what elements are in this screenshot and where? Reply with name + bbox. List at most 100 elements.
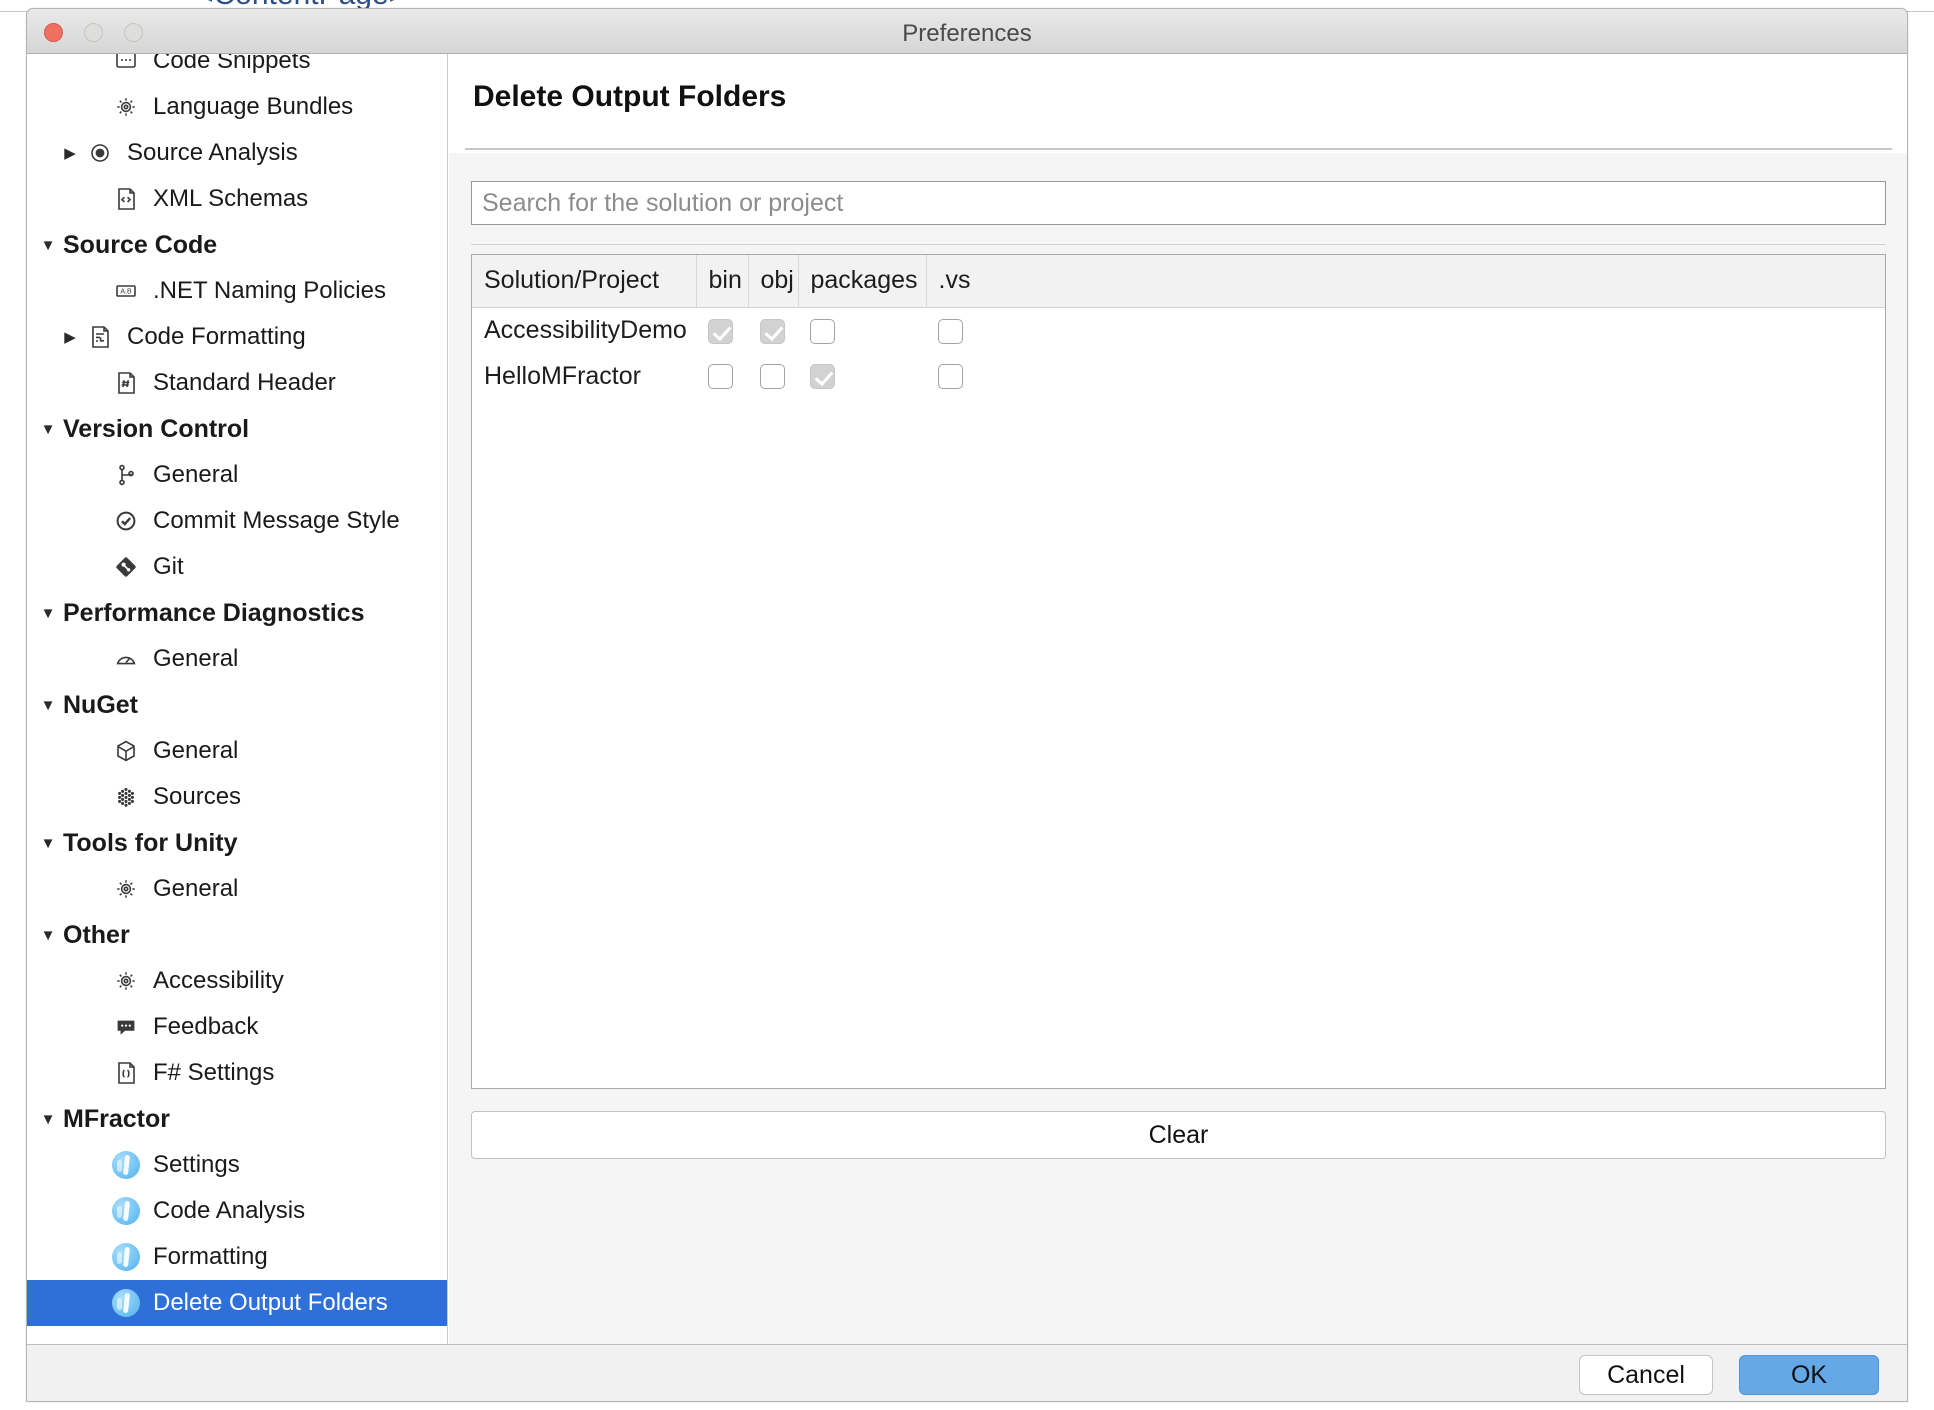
indent: ▶ — [83, 1158, 109, 1173]
projects-table-container[interactable]: Solution/Project bin obj packages .vs Ac… — [471, 254, 1886, 1089]
sidebar-item-general[interactable]: ▶ General — [27, 636, 447, 682]
braces-file-icon — [109, 1058, 143, 1088]
sidebar-tree: ▶ Code Snippets ▶ Language Bundles ▶ Source A… — [27, 54, 447, 1326]
checkbox-cell-bin — [696, 353, 748, 399]
chevron-down-icon[interactable]: ▼ — [35, 238, 61, 253]
chevron-down-icon[interactable]: ▼ — [35, 698, 61, 713]
sidebar-item-general[interactable]: ▶ General — [27, 866, 447, 912]
mfractor-logo-icon — [109, 1242, 143, 1272]
mfractor-logo-icon — [112, 1197, 140, 1225]
checkbox-packages[interactable] — [810, 364, 835, 390]
table-head: Solution/Project bin obj packages .vs — [472, 255, 1885, 308]
column-header-obj[interactable]: obj — [748, 255, 799, 308]
cancel-button[interactable]: Cancel — [1579, 1355, 1713, 1395]
checkbox-packages[interactable] — [810, 318, 835, 344]
sidebar-item-other[interactable]: ▼ Other — [27, 912, 447, 958]
sidebar-item-label: Code Formatting — [127, 323, 306, 350]
sidebar-item-f-settings[interactable]: ▶ F# Settings — [27, 1050, 447, 1096]
sidebar-item-git[interactable]: ▶ Git — [27, 544, 447, 590]
indent: ▶ — [83, 974, 109, 989]
ok-button[interactable]: OK — [1739, 1355, 1879, 1395]
sidebar-item-sources[interactable]: ▶ Sources — [27, 774, 447, 820]
sidebar-item-accessibility[interactable]: ▶ Accessibility — [27, 958, 447, 1004]
dialog-footer: Cancel OK — [27, 1344, 1907, 1401]
nuget-sources-icon — [109, 782, 143, 812]
sidebar-item-general[interactable]: ▶ General — [27, 728, 447, 774]
sidebar-item-label: Source Analysis — [127, 139, 298, 166]
xml-file-icon — [109, 184, 143, 214]
checkbox-vs[interactable] — [938, 318, 963, 344]
sidebar-item-label: Performance Diagnostics — [63, 598, 365, 627]
sidebar-item-label: Commit Message Style — [153, 507, 400, 534]
table-header-row: Solution/Project bin obj packages .vs — [472, 255, 1885, 308]
checkbox-cell-packages — [798, 307, 926, 353]
sidebar-item-label: Language Bundles — [153, 93, 354, 120]
table-body: AccessibilityDemo HelloMFractor — [472, 307, 1885, 399]
sidebar-item-feedback[interactable]: ▶ Feedback — [27, 1004, 447, 1050]
package-cube-icon — [109, 736, 143, 766]
sidebar-item-tools-for-unity[interactable]: ▼ Tools for Unity — [27, 820, 447, 866]
sidebar-item-source-analysis[interactable]: ▶ Source Analysis — [27, 130, 447, 176]
preferences-sidebar[interactable]: ▶ Code Snippets ▶ Language Bundles ▶ Source A… — [27, 54, 448, 1344]
gauge-icon — [109, 644, 143, 674]
checkbox-bin[interactable] — [708, 318, 733, 344]
sidebar-item-formatting[interactable]: ▶ Formatting — [27, 1234, 447, 1280]
gear-icon — [109, 92, 143, 122]
sidebar-item-code-snippets[interactable]: ▶ Code Snippets — [27, 54, 447, 84]
window-body: ▶ Code Snippets ▶ Language Bundles ▶ Source A… — [27, 54, 1907, 1401]
chevron-down-icon[interactable]: ▼ — [35, 606, 61, 621]
sidebar-item-xml-schemas[interactable]: ▶ XML Schemas — [27, 176, 447, 222]
sidebar-item-commit-message-style[interactable]: ▶ Commit Message Style — [27, 498, 447, 544]
content-panel: Search for the solution or project Solut… — [449, 153, 1907, 1344]
clear-button[interactable]: Clear — [471, 1111, 1886, 1159]
indent: ▶ — [83, 54, 109, 69]
sidebar-item-net-naming-policies[interactable]: ▶ A.B .NET Naming Policies — [27, 268, 447, 314]
sidebar-item-label: Other — [63, 920, 130, 949]
chevron-down-icon[interactable]: ▼ — [35, 836, 61, 851]
project-name-cell: HelloMFractor — [484, 361, 641, 390]
sidebar-item-version-control[interactable]: ▼ Version Control — [27, 406, 447, 452]
table-row[interactable]: AccessibilityDemo — [472, 307, 1885, 353]
chevron-right-icon[interactable]: ▶ — [57, 146, 83, 161]
sidebar-item-source-code[interactable]: ▼ Source Code — [27, 222, 447, 268]
indent: ▶ — [83, 1204, 109, 1219]
hash-file-icon — [109, 368, 143, 398]
indent: ▶ — [83, 376, 109, 391]
sidebar-item-code-formatting[interactable]: ▶ Code Formatting — [27, 314, 447, 360]
column-header-bin[interactable]: bin — [696, 255, 749, 308]
checkbox-bin[interactable] — [708, 364, 733, 390]
chevron-down-icon[interactable]: ▼ — [35, 928, 61, 943]
sidebar-item-general[interactable]: ▶ General — [27, 452, 447, 498]
window-titlebar: Preferences — [27, 9, 1907, 54]
column-header-solution-project[interactable]: Solution/Project — [472, 255, 697, 308]
sidebar-item-code-analysis[interactable]: ▶ Code Analysis — [27, 1188, 447, 1234]
column-header-packages[interactable]: packages — [798, 255, 927, 308]
checkbox-cell-bin — [696, 307, 748, 353]
radio-target-icon — [83, 138, 117, 168]
sidebar-item-label: Source Code — [63, 230, 218, 259]
sidebar-item-standard-header[interactable]: ▶ Standard Header — [27, 360, 447, 406]
sidebar-item-settings[interactable]: ▶ Settings — [27, 1142, 447, 1188]
chevron-down-icon[interactable]: ▼ — [35, 422, 61, 437]
checkbox-obj[interactable] — [760, 364, 785, 390]
sidebar-item-performance-diagnostics[interactable]: ▼ Performance Diagnostics — [27, 590, 447, 636]
indent: ▶ — [83, 1296, 109, 1311]
checkbox-vs[interactable] — [938, 364, 963, 390]
mfractor-logo-icon — [112, 1243, 140, 1271]
chevron-right-icon[interactable]: ▶ — [57, 330, 83, 345]
indent: ▶ — [83, 744, 109, 759]
sidebar-item-label: Settings — [153, 1151, 240, 1178]
indent: ▶ — [83, 652, 109, 667]
table-row[interactable]: HelloMFractor — [472, 353, 1885, 399]
sidebar-item-nuget[interactable]: ▼ NuGet — [27, 682, 447, 728]
sidebar-item-mfractor[interactable]: ▼ MFractor — [27, 1096, 447, 1142]
sidebar-item-delete-output-folders[interactable]: ▶ Delete Output Folders — [27, 1280, 447, 1326]
search-input[interactable]: Search for the solution or project — [471, 181, 1886, 225]
branch-icon — [109, 460, 143, 490]
mfractor-logo-icon — [109, 1196, 143, 1226]
checkbox-obj[interactable] — [760, 318, 785, 344]
chevron-down-icon[interactable]: ▼ — [35, 1112, 61, 1127]
sidebar-item-label: Git — [153, 553, 184, 580]
sidebar-item-language-bundles[interactable]: ▶ Language Bundles — [27, 84, 447, 130]
column-header-vs[interactable]: .vs — [926, 255, 1885, 308]
